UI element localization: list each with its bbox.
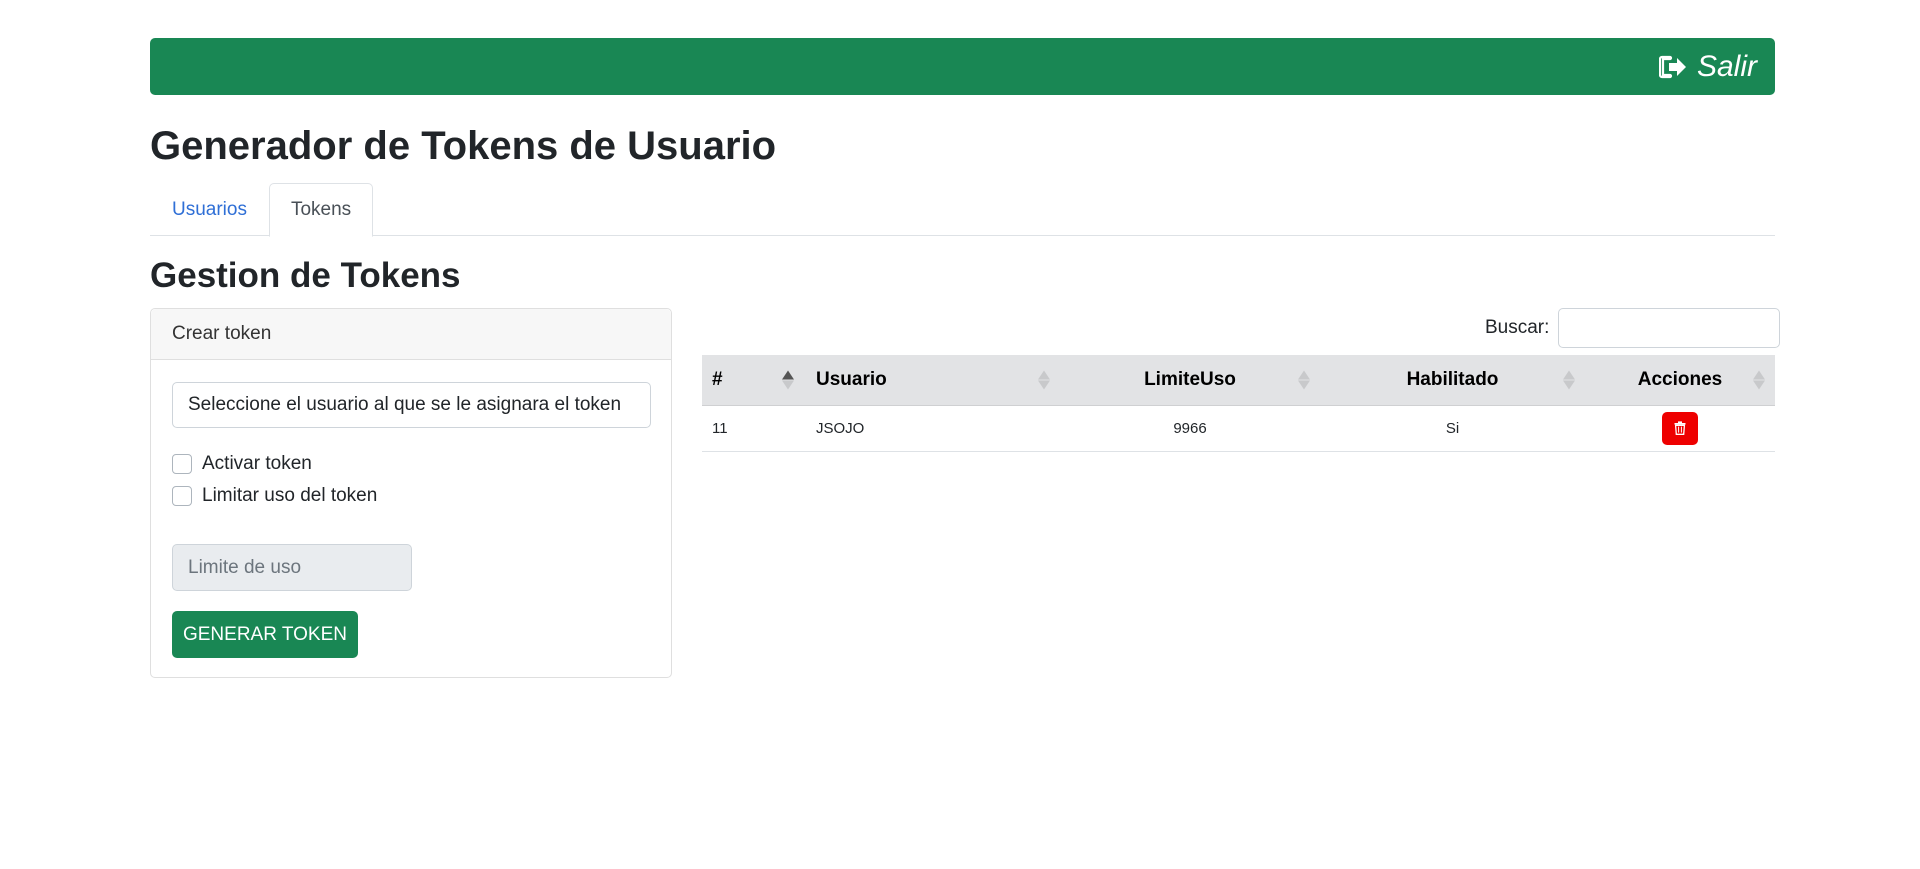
sort-icon bbox=[782, 370, 794, 390]
column-label: LimiteUso bbox=[1144, 368, 1236, 390]
cell-limite: 9966 bbox=[1060, 405, 1320, 452]
sign-out-icon bbox=[1658, 55, 1686, 78]
column-label: Usuario bbox=[816, 368, 887, 390]
column-header-id[interactable]: # bbox=[702, 355, 804, 406]
sort-icon bbox=[1563, 370, 1575, 390]
checkbox-box[interactable] bbox=[172, 486, 192, 506]
table-header-row: # Usuario LimiteUso Habilitado Acciones bbox=[702, 355, 1775, 406]
sort-icon bbox=[1753, 370, 1765, 390]
page-title: Generador de Tokens de Usuario bbox=[150, 124, 777, 168]
card-header: Crear token bbox=[151, 309, 671, 360]
activate-token-label: Activar token bbox=[202, 453, 312, 474]
create-token-card: Crear token Seleccione el usuario al que… bbox=[150, 308, 672, 678]
usage-limit-input[interactable]: Limite de uso bbox=[172, 544, 412, 591]
generate-token-button[interactable]: GENERAR TOKEN bbox=[172, 611, 358, 658]
tab-tokens[interactable]: Tokens bbox=[268, 183, 374, 237]
sort-icon bbox=[1298, 370, 1310, 390]
limit-usage-checkbox[interactable]: Limitar uso del token bbox=[172, 485, 377, 507]
sort-icon bbox=[1038, 370, 1050, 390]
limit-usage-label: Limitar uso del token bbox=[202, 485, 378, 506]
cell-id: 11 bbox=[702, 405, 804, 452]
column-header-limiteuso[interactable]: LimiteUso bbox=[1060, 355, 1320, 406]
column-label: # bbox=[712, 368, 723, 390]
logout-label: Salir bbox=[1696, 49, 1757, 83]
search-bar: Buscar: bbox=[1485, 308, 1781, 348]
column-header-usuario[interactable]: Usuario bbox=[804, 355, 1060, 406]
column-label: Habilitado bbox=[1406, 368, 1499, 390]
cell-usuario: JSOJO bbox=[804, 405, 1060, 452]
tab-bar: Usuarios Tokens bbox=[150, 183, 1775, 237]
activate-token-checkbox[interactable]: Activar token bbox=[172, 453, 312, 475]
cell-acciones bbox=[1585, 405, 1775, 452]
cell-habilitado: Si bbox=[1320, 405, 1585, 452]
logout-button[interactable]: Salir bbox=[1658, 49, 1757, 84]
table-row: 11 JSOJO 9966 Si bbox=[702, 405, 1775, 452]
delete-button[interactable] bbox=[1662, 411, 1698, 445]
checkbox-box[interactable] bbox=[172, 454, 192, 474]
section-title: Gestion de Tokens bbox=[150, 256, 461, 295]
search-input[interactable] bbox=[1558, 308, 1781, 348]
top-navbar: Salir bbox=[150, 38, 1775, 95]
tab-usuarios[interactable]: Usuarios bbox=[150, 183, 269, 236]
column-label: Acciones bbox=[1637, 368, 1723, 390]
column-header-acciones[interactable]: Acciones bbox=[1585, 355, 1775, 406]
search-label: Buscar: bbox=[1485, 317, 1550, 338]
trash-icon bbox=[1674, 421, 1686, 435]
user-select[interactable]: Seleccione el usuario al que se le asign… bbox=[172, 382, 651, 428]
column-header-habilitado[interactable]: Habilitado bbox=[1320, 355, 1585, 406]
tokens-table: # Usuario LimiteUso Habilitado Acciones bbox=[702, 355, 1775, 452]
